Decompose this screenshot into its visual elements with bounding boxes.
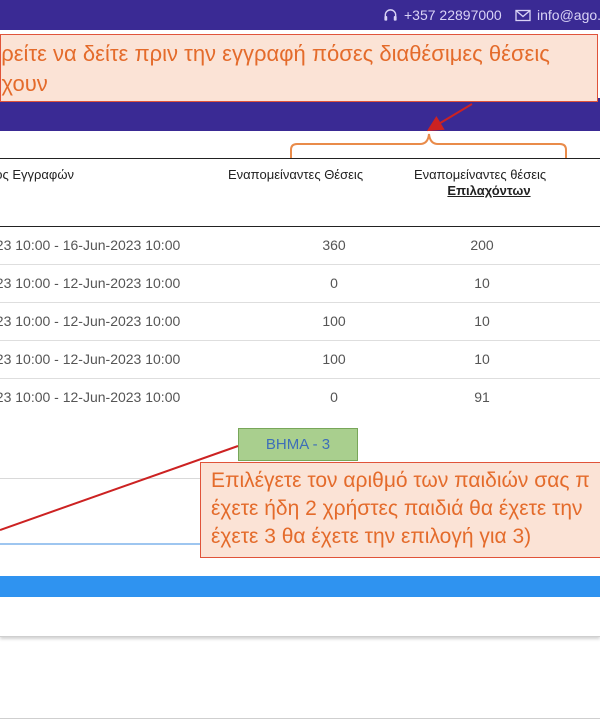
bottom-divider bbox=[0, 718, 600, 719]
cell-remaining: 100 bbox=[322, 313, 346, 329]
callout-step-line-3: έχετε 3 θα έχετε την επιλογή για 3) bbox=[211, 525, 532, 548]
header-remaining-waitlist-label: Εναπομείναντες θέσεις bbox=[414, 167, 547, 182]
cell-remaining: 100 bbox=[322, 351, 346, 367]
header-remaining-waitlist: Εναπομείναντες θέσεις Επιλαχόντων bbox=[414, 167, 564, 199]
cell-remaining: 0 bbox=[330, 389, 338, 405]
callout-step-line-2: έχετε ήδη 2 χρήστες παιδιά θα έχετε την bbox=[211, 497, 583, 520]
cell-period: 023 10:00 - 12-Jun-2023 10:00 bbox=[0, 275, 181, 291]
cell-remaining: 0 bbox=[330, 275, 338, 291]
nav-bar bbox=[0, 98, 600, 131]
cell-remaining: 360 bbox=[322, 237, 346, 253]
table-row: 023 10:00 - 12-Jun-2023 10:00 0 91 bbox=[0, 379, 600, 417]
cell-waitlist: 10 bbox=[474, 351, 490, 367]
cell-period: 023 10:00 - 12-Jun-2023 10:00 bbox=[0, 313, 181, 329]
phone-contact[interactable]: +357 22897000 bbox=[383, 7, 502, 23]
cell-period: 023 10:00 - 16-Jun-2023 10:00 bbox=[0, 237, 181, 253]
cell-period: 023 10:00 - 12-Jun-2023 10:00 bbox=[0, 351, 181, 367]
cell-waitlist: 91 bbox=[474, 389, 490, 405]
annotation-callout-children: Επιλέγετε τον αριθμό των παιδιών σας π έ… bbox=[200, 462, 600, 558]
table-header: δος Εγγραφών Εναπομείναντες Θέσεις Εναπο… bbox=[0, 158, 600, 227]
registration-table: δος Εγγραφών Εναπομείναντες Θέσεις Εναπο… bbox=[0, 158, 600, 417]
headset-icon bbox=[383, 8, 398, 23]
email-address: info@ago. bbox=[537, 7, 600, 23]
table-row: 023 10:00 - 16-Jun-2023 10:00 360 200 bbox=[0, 227, 600, 265]
callout-line-2: ρχουν bbox=[1, 71, 48, 96]
curly-brace-icon bbox=[290, 133, 567, 158]
callout-line-1: ορείτε να δείτε πριν την εγγραφή πόσες δ… bbox=[0, 41, 550, 66]
table-row: 023 10:00 - 12-Jun-2023 10:00 100 10 bbox=[0, 341, 600, 379]
cell-period: 023 10:00 - 12-Jun-2023 10:00 bbox=[0, 389, 181, 405]
blue-header-bar bbox=[0, 576, 600, 597]
table-row: 023 10:00 - 12-Jun-2023 10:00 0 10 bbox=[0, 265, 600, 303]
table-row: 023 10:00 - 12-Jun-2023 10:00 100 10 bbox=[0, 303, 600, 341]
content-panel bbox=[0, 597, 600, 637]
annotation-callout-availability: ορείτε να δείτε πριν την εγγραφή πόσες δ… bbox=[0, 34, 598, 102]
step-label: ΒΗΜΑ - 3 bbox=[265, 436, 331, 453]
step-3-badge: ΒΗΜΑ - 3 bbox=[238, 428, 358, 461]
cell-waitlist: 10 bbox=[474, 313, 490, 329]
top-contact-bar: +357 22897000 info@ago. bbox=[0, 0, 600, 30]
cell-waitlist: 200 bbox=[470, 237, 494, 253]
header-remaining-seats: Εναπομείναντες Θέσεις bbox=[228, 167, 364, 182]
cell-waitlist: 10 bbox=[474, 275, 490, 291]
email-contact[interactable]: info@ago. bbox=[515, 7, 600, 23]
envelope-icon bbox=[515, 9, 531, 22]
phone-number: +357 22897000 bbox=[404, 7, 502, 23]
header-period: δος Εγγραφών bbox=[0, 167, 75, 182]
header-waitlist-sub: Επιλαχόντων bbox=[447, 183, 531, 198]
callout-step-line-1: Επιλέγετε τον αριθμό των παιδιών σας π bbox=[211, 469, 590, 492]
